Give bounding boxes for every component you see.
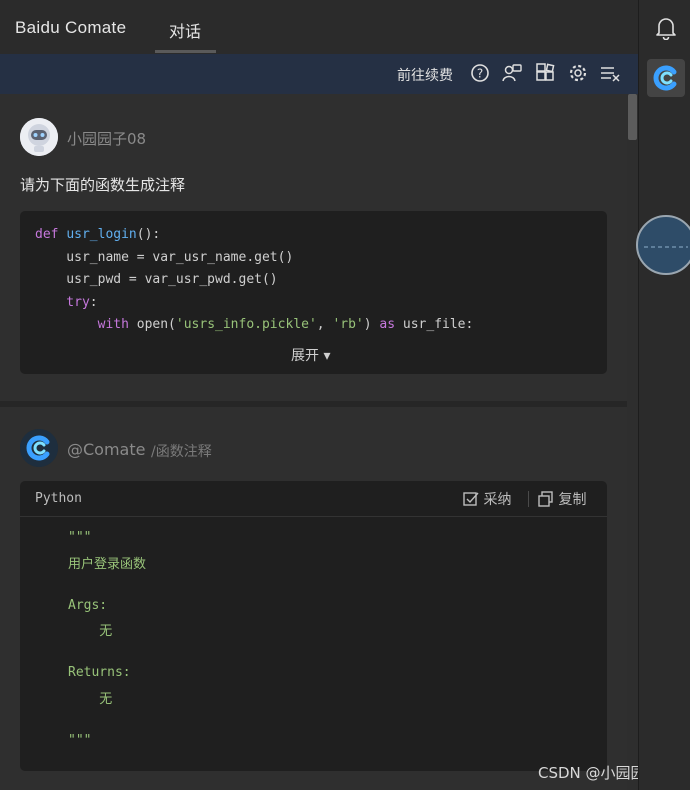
tab-chat[interactable]: 对话 [155,18,215,42]
avatar [20,118,58,156]
toolbar: 前往续费 ? [0,54,638,94]
user-question: 请为下面的函数生成注释 [20,176,186,194]
active-tab-indicator [155,50,216,53]
copy-button[interactable]: 复制 [538,489,586,509]
scrollbar-track[interactable] [627,94,638,790]
code-block: def usr_login(): usr_name = var_usr_name… [20,211,607,374]
code-line: usr_name = var_usr_name.get() [35,250,293,265]
plugin-icon[interactable] [535,63,555,83]
adopt-label: 采纳 [483,492,512,508]
answer-code-block: Python 采纳 复制 """ 用户登录函数 Args: 无 Returns: 无 "… [20,481,607,771]
adopt-icon [463,492,479,506]
code-line: def usr_login(): [35,227,160,242]
scrollbar-thumb[interactable] [628,94,637,140]
side-panel [636,0,690,790]
code-token: 'rb' [332,317,364,332]
bot-message: @Comate /函数注释 Python 采纳 复制 """ 用户登录函数 Args… [0,407,627,790]
code-token: ) [363,317,380,332]
answer-line: 用户登录函数 [68,556,147,572]
code-line: try: [35,294,98,310]
floating-ball-icon[interactable] [636,215,690,275]
code-token: usr_name = var_usr_name.get() [35,249,294,265]
chat-area: 小园园子08 请为下面的函数生成注释 def usr_login(): usr_… [0,94,627,790]
clear-icon[interactable] [600,63,620,83]
code-token: (): [136,227,161,242]
top-header: Baidu Comate 对话 [0,0,638,55]
code-token: : [89,294,98,310]
answer-line: 无 [68,691,113,707]
command-label: /函数注释 [151,444,212,460]
user-message: 小园园子08 请为下面的函数生成注释 def usr_login(): usr_… [0,94,627,401]
code-token: 'usrs_info.pickle' [175,317,317,332]
answer-line: Returns: [68,665,131,680]
code-token: def [35,227,67,242]
answer-line: """ [68,530,92,545]
code-block-header: Python 采纳 复制 [20,481,607,517]
answer-line: """ [68,732,92,748]
bot-name: @Comate [67,440,146,459]
code-token: , [316,317,333,332]
help-icon[interactable]: ? [470,63,490,83]
settings-icon[interactable] [568,63,588,83]
comate-panel-icon[interactable] [647,59,685,97]
svg-text:?: ? [477,67,483,81]
answer-line: Args: [68,597,108,613]
code-token: usr_file: [395,317,474,332]
comate-avatar-icon [20,429,58,467]
adopt-button[interactable]: 采纳 [463,489,511,509]
code-line: usr_pwd = var_usr_pwd.get() [35,272,278,287]
copy-label: 复制 [558,492,587,508]
copy-icon [538,491,553,507]
username: 小园园子08 [67,130,147,148]
action-separator [528,491,529,507]
code-line: with open('usrs_info.pickle', 'rb') as u… [35,317,474,332]
code-token: usr_login [66,227,137,242]
renew-link[interactable]: 前往续费 [397,65,453,85]
code-token: as [379,317,396,332]
code-token: try [35,294,90,310]
app-title: Baidu Comate [15,18,127,37]
code-token: with [35,317,137,332]
code-token: open( [136,317,176,332]
expand-button[interactable]: 展开 ▾ [291,345,330,365]
bell-icon[interactable] [655,16,677,41]
answer-line: 无 [68,624,113,639]
language-label: Python [35,491,82,506]
code-token: usr_pwd = var_usr_pwd.get() [35,272,278,287]
feedback-icon[interactable] [502,63,522,83]
